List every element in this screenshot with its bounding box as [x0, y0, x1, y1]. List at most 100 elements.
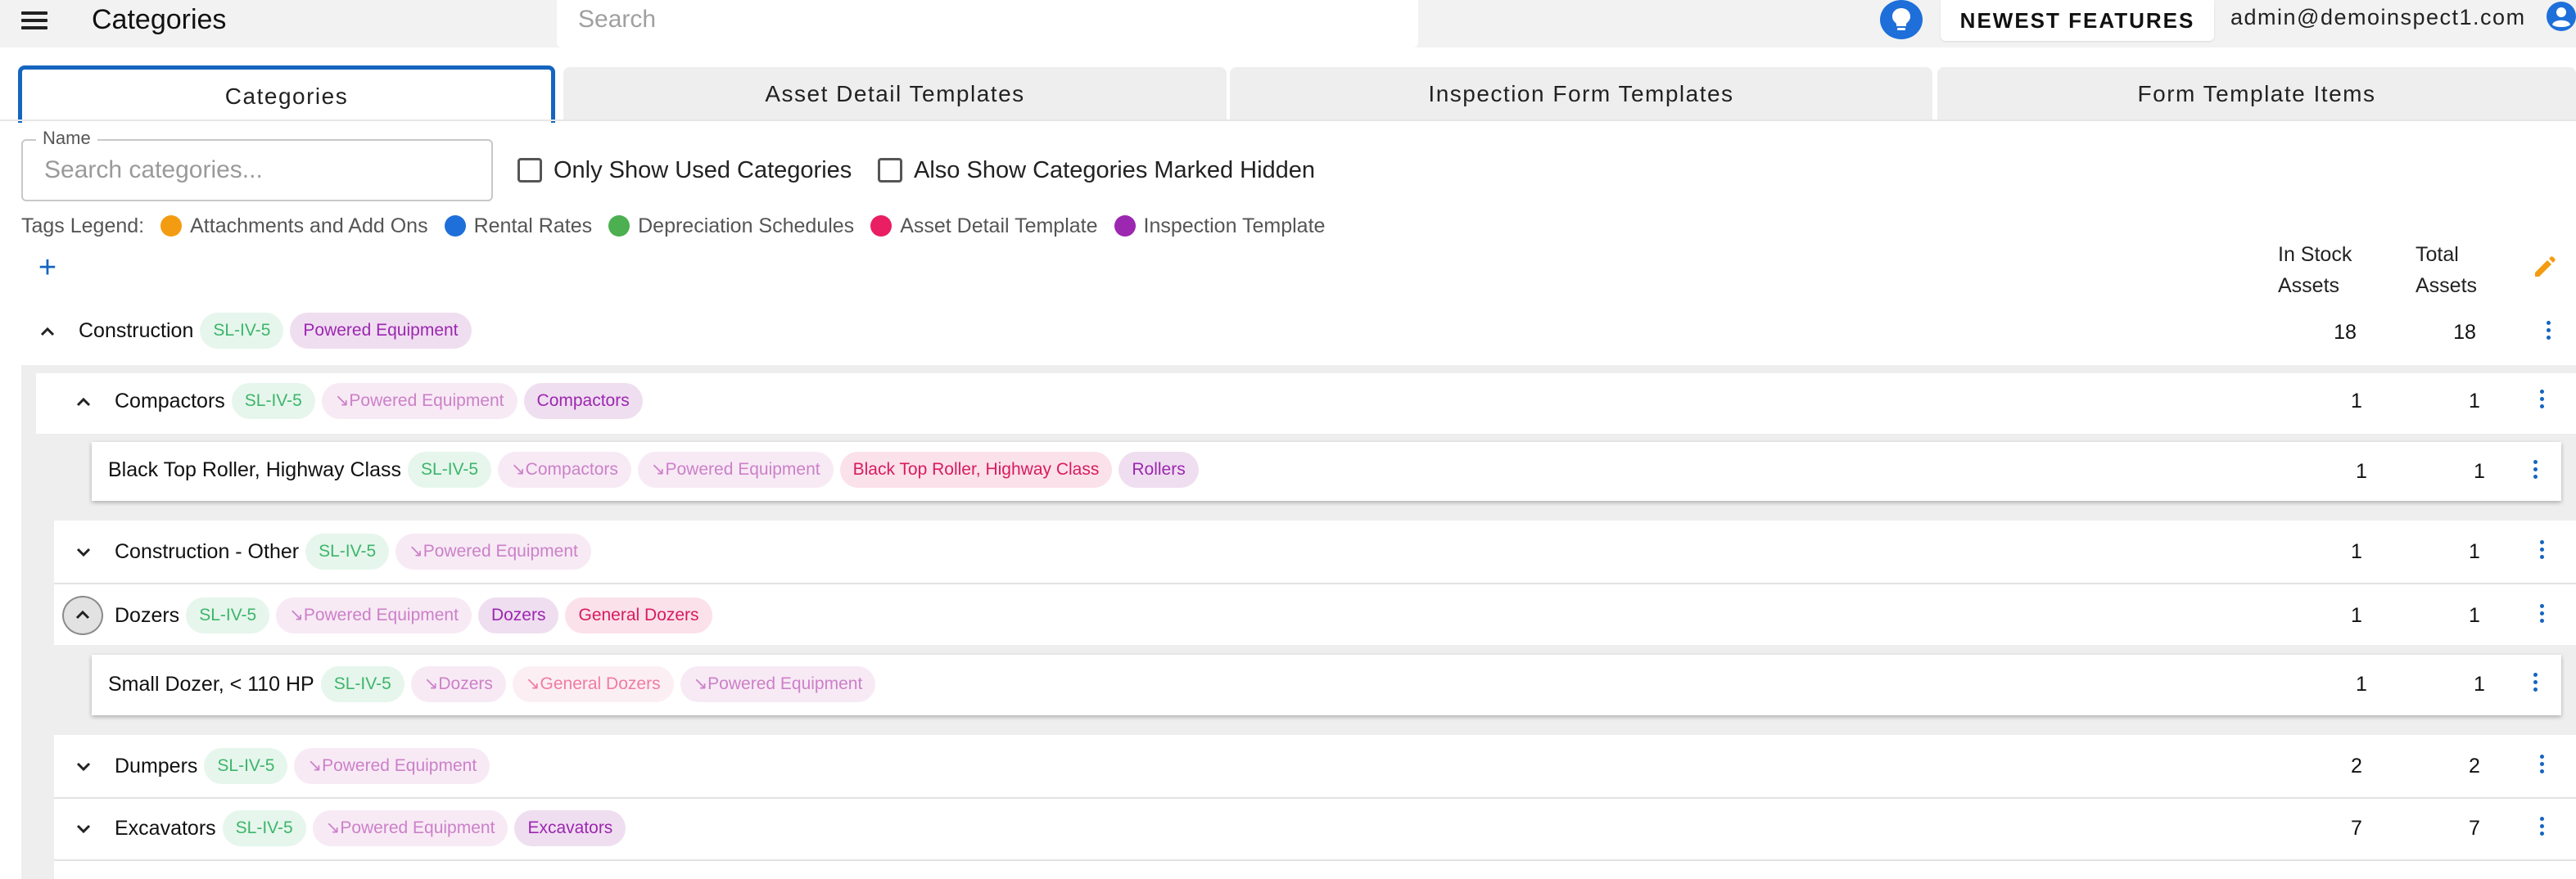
total-header-line2: Assets	[2416, 274, 2478, 297]
lightbulb-icon[interactable]	[1880, 0, 1923, 39]
category-card-partial	[54, 861, 2576, 879]
more-vert-icon[interactable]	[2533, 537, 2550, 566]
in-stock-header-line2: Assets	[2278, 274, 2340, 297]
tab-form-template-items[interactable]: Form Template Items	[1937, 67, 2576, 121]
category-row-dumpers[interactable]: Dumpers SL-IV-5 ↘Powered Equipment	[115, 748, 490, 784]
tab-asset-detail-templates[interactable]: Asset Detail Templates	[563, 67, 1227, 121]
total-header: Total Assets	[2416, 239, 2477, 301]
legend-label: Rental Rates	[473, 214, 593, 237]
in-stock-count: 1	[2356, 460, 2367, 483]
legend-label: Inspection Template	[1143, 214, 1326, 237]
depreciation-tag: SL-IV-5	[320, 666, 404, 702]
page-title: Categories	[92, 4, 227, 35]
asset-detail-dot-icon	[870, 215, 893, 237]
category-name: Dozers	[115, 603, 180, 627]
more-vert-icon[interactable]	[2533, 814, 2550, 843]
tab-inspection-form-templates[interactable]: Inspection Form Templates	[1230, 67, 1932, 121]
rental-rates-dot-icon	[444, 215, 466, 237]
category-row-construction-other[interactable]: Construction - Other SL-IV-5 ↘Powered Eq…	[115, 534, 591, 570]
depreciation-tag: SL-IV-5	[222, 810, 306, 846]
collapse-button[interactable]	[62, 596, 103, 635]
category-name: Dumpers	[115, 754, 198, 778]
inspection-dot-icon	[1114, 215, 1136, 237]
inspection-tag: Compactors	[523, 383, 643, 419]
collapse-chevron-icon[interactable]	[72, 391, 95, 414]
category-row-excavators[interactable]: Excavators SL-IV-5 ↘Powered Equipment Ex…	[115, 810, 626, 846]
only-used-checkbox-row[interactable]: Only Show Used Categories	[517, 156, 852, 185]
depreciation-tag: SL-IV-5	[231, 383, 315, 419]
expand-chevron-icon[interactable]	[72, 540, 95, 563]
newest-features-button[interactable]: NEWEST FEATURES	[1941, 0, 2214, 41]
legend-item: Rental Rates	[444, 214, 593, 238]
category-row-black-top-roller[interactable]: Black Top Roller, Highway Class SL-IV-5 …	[108, 452, 1199, 488]
total-count: 2	[2469, 755, 2480, 778]
inherited-inspection-tag: ↘Powered Equipment	[312, 810, 508, 846]
expand-chevron-icon[interactable]	[72, 755, 95, 778]
search-input[interactable]	[578, 3, 1397, 36]
add-category-button[interactable]: +	[34, 252, 61, 283]
category-name: Compactors	[115, 389, 225, 412]
total-count: 7	[2469, 817, 2480, 840]
legend-item: Inspection Template	[1114, 214, 1326, 238]
in-stock-count: 1	[2351, 540, 2362, 563]
collapse-chevron-icon	[75, 610, 90, 620]
in-stock-count: 7	[2351, 817, 2362, 840]
category-name: Construction - Other	[115, 539, 300, 563]
global-search[interactable]	[557, 0, 1418, 47]
name-filter-label: Name	[36, 128, 97, 149]
legend-item: Asset Detail Template	[870, 214, 1098, 238]
show-hidden-label: Also Show Categories Marked Hidden	[914, 156, 1316, 183]
total-count: 1	[2469, 540, 2480, 563]
menu-icon[interactable]	[18, 8, 51, 33]
total-count: 1	[2474, 460, 2485, 483]
legend-item: Attachments and Add Ons	[160, 214, 428, 238]
more-vert-icon[interactable]	[2533, 601, 2550, 630]
category-row-dozers[interactable]: Dozers SL-IV-5 ↘Powered Equipment Dozers…	[115, 597, 712, 633]
inspection-tag: Dozers	[477, 597, 559, 633]
collapse-chevron-icon[interactable]	[36, 321, 59, 344]
more-vert-icon[interactable]	[2527, 669, 2543, 699]
legend-label: Attachments and Add Ons	[190, 214, 428, 237]
legend-label: Depreciation Schedules	[638, 214, 855, 237]
edit-icon[interactable]	[2532, 254, 2558, 280]
legend-label: Asset Detail Template	[900, 214, 1098, 237]
tags-legend: Tags Legend: Attachments and Add Ons Ren…	[21, 211, 1325, 241]
asset-detail-tag: General Dozers	[565, 597, 712, 633]
category-row-small-dozer[interactable]: Small Dozer, < 110 HP SL-IV-5 ↘Dozers ↘G…	[108, 666, 876, 702]
in-stock-count: 1	[2356, 673, 2367, 696]
show-hidden-checkbox-row[interactable]: Also Show Categories Marked Hidden	[878, 156, 1315, 185]
only-used-label: Only Show Used Categories	[554, 156, 852, 183]
category-search-input[interactable]	[44, 154, 470, 187]
category-name: Black Top Roller, Highway Class	[108, 458, 402, 481]
more-vert-icon[interactable]	[2533, 386, 2550, 416]
more-vert-icon[interactable]	[2540, 318, 2556, 347]
category-row-compactors[interactable]: Compactors SL-IV-5 ↘Powered Equipment Co…	[115, 383, 643, 419]
more-vert-icon[interactable]	[2527, 457, 2543, 486]
tabs-divider	[0, 119, 2576, 121]
inspection-tag: Rollers	[1119, 452, 1199, 488]
only-used-checkbox[interactable]	[517, 158, 542, 183]
total-count: 1	[2469, 604, 2480, 627]
in-stock-count: 2	[2351, 755, 2362, 778]
depreciation-tag: SL-IV-5	[186, 597, 270, 633]
inherited-inspection-tag: ↘Powered Equipment	[637, 452, 834, 488]
in-stock-count: 1	[2351, 390, 2362, 412]
category-row-construction[interactable]: Construction SL-IV-5 Powered Equipment	[79, 313, 472, 349]
user-email: admin@demoinspect1.com	[2230, 5, 2526, 29]
in-stock-count: 18	[2334, 321, 2357, 344]
more-vert-icon[interactable]	[2533, 751, 2550, 781]
expand-chevron-icon[interactable]	[72, 817, 95, 840]
tab-categories[interactable]: Categories	[18, 65, 555, 123]
inherited-inspection-tag: ↘Dozers	[410, 666, 506, 702]
in-stock-header: In Stock Assets	[2278, 239, 2352, 301]
depreciation-tag: SL-IV-5	[204, 748, 288, 784]
show-hidden-checkbox[interactable]	[878, 158, 902, 183]
legend-title: Tags Legend:	[21, 214, 145, 237]
inherited-inspection-tag: ↘Powered Equipment	[294, 748, 490, 784]
attachments-dot-icon	[160, 215, 183, 237]
in-stock-header-line1: In Stock	[2278, 243, 2352, 266]
inspection-tag: Excavators	[514, 810, 626, 846]
name-filter-field[interactable]: Name	[21, 128, 493, 201]
depreciation-tag: SL-IV-5	[200, 313, 284, 349]
account-icon[interactable]	[2543, 0, 2576, 38]
